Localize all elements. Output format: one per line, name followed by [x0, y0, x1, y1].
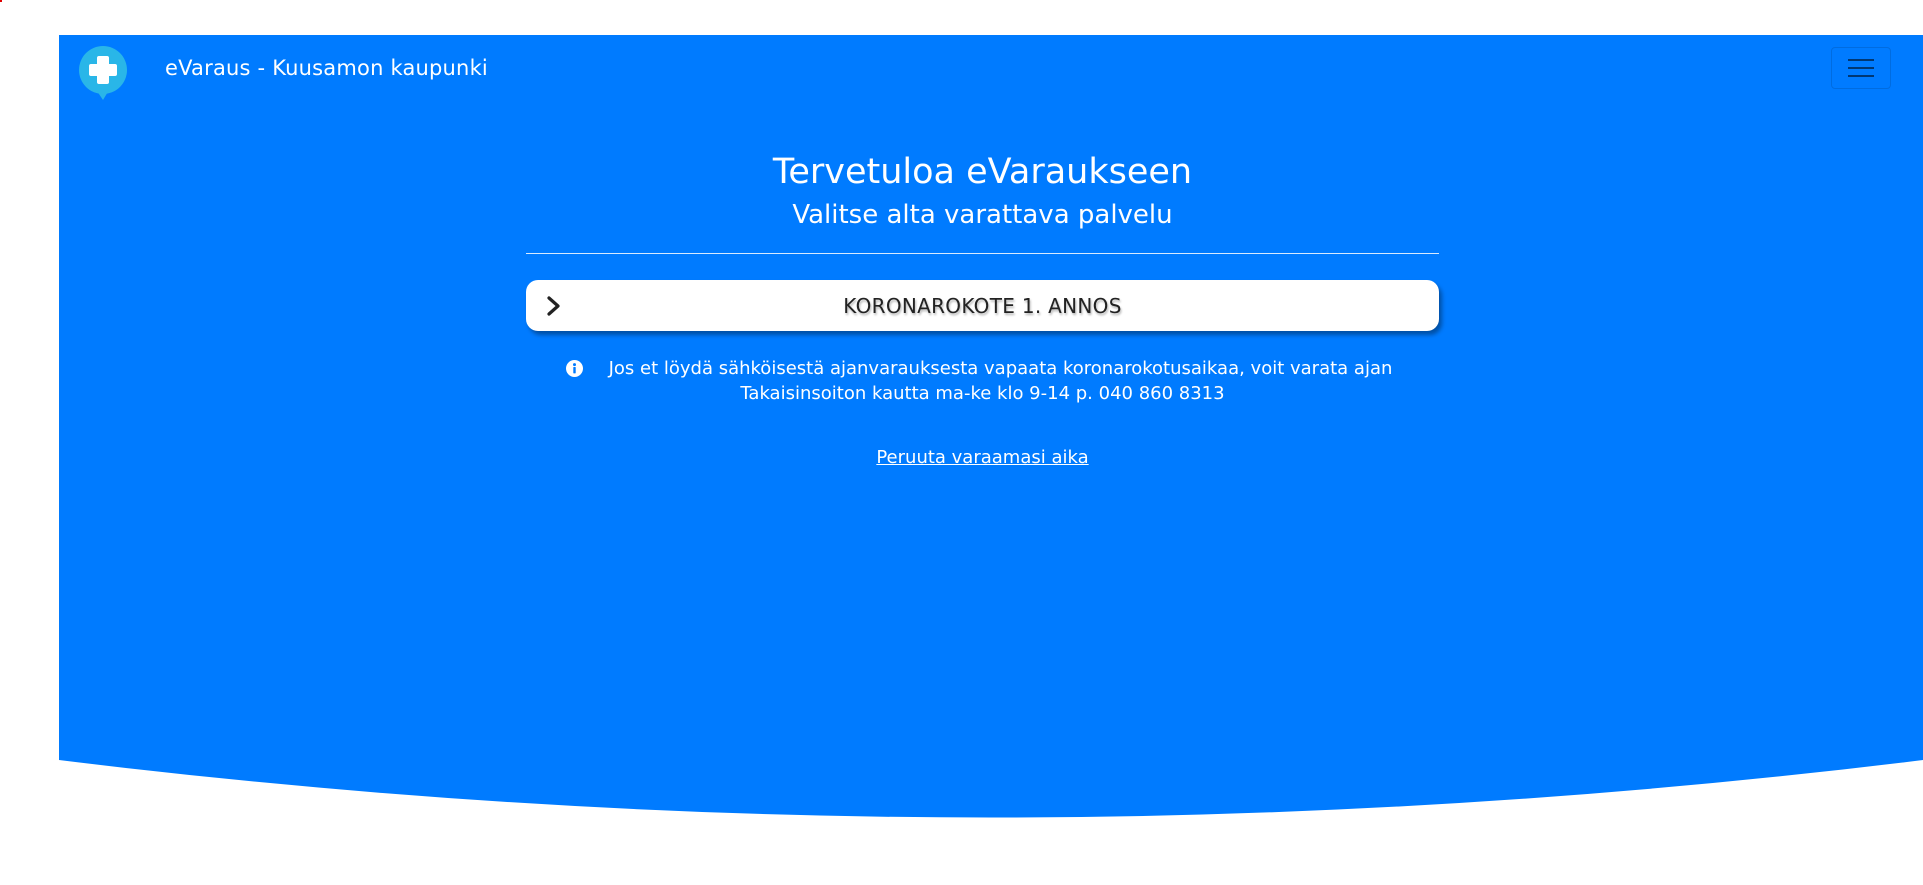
info-text-line-2: Takaisinsoiton kautta ma-ke klo 9-14 p. … — [740, 383, 1225, 404]
brand-title[interactable]: eVaraus - Kuusamon kaupunki — [165, 56, 488, 80]
hamburger-menu-button[interactable] — [1831, 47, 1891, 89]
hamburger-menu-icon — [1848, 59, 1874, 77]
info-circle-icon — [566, 360, 583, 377]
service-label: KORONAROKOTE 1. ANNOS — [843, 293, 1122, 318]
divider — [526, 253, 1439, 254]
corner-marker — [0, 0, 2, 2]
info-text-line-1: Jos et löydä sähköisestä ajanvarauksesta… — [608, 358, 1393, 379]
medical-cross-icon[interactable] — [77, 45, 129, 101]
page-title: Tervetuloa eVaraukseen — [772, 152, 1193, 192]
page: eVaraus - Kuusamon kaupunki Tervetuloa e… — [0, 0, 1923, 885]
info-notice: Jos et löydä sähköisestä ajanvarauksesta… — [526, 356, 1439, 406]
chevron-right-icon — [547, 296, 560, 316]
cancel-reservation-link[interactable]: Peruuta varaamasi aika — [876, 447, 1088, 468]
main-content: Tervetuloa eVaraukseen Valitse alta vara… — [526, 150, 1439, 468]
service-button-koronarokote[interactable]: KORONAROKOTE 1. ANNOS — [526, 280, 1439, 331]
page-subtitle: Valitse alta varattava palvelu — [792, 200, 1173, 230]
navbar: eVaraus - Kuusamon kaupunki — [59, 35, 1923, 103]
